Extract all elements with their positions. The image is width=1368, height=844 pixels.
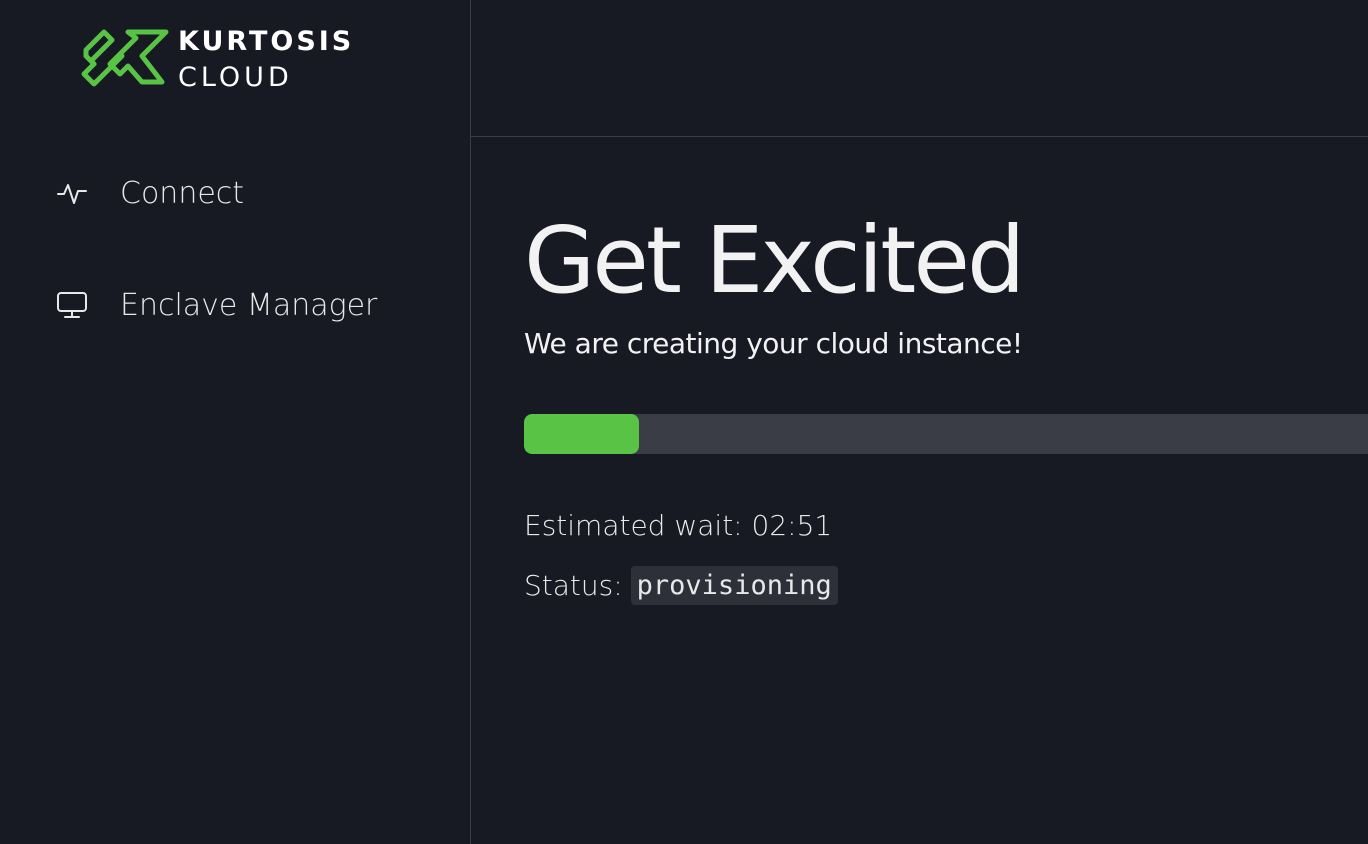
page-subtitle: We are creating your cloud instance! (524, 327, 1023, 360)
brand-line2: CLOUD (178, 62, 293, 93)
activity-icon (56, 177, 88, 209)
kurtosis-k-logo-icon (81, 29, 169, 87)
estimated-wait: Estimated wait: 02:51 (524, 509, 833, 542)
status-label: Status: (524, 569, 623, 602)
status-badge: provisioning (630, 566, 838, 605)
brand-line1: KURTOSIS (178, 26, 355, 57)
sidebar-item-connect[interactable]: Connect (56, 173, 436, 213)
brand-wordmark: KURTOSIS CLOUD (178, 24, 354, 96)
main-content: Get Excited We are creating your cloud i… (524, 137, 1368, 844)
sidebar: KURTOSIS CLOUD Connect Enclave Manager (0, 0, 471, 844)
sidebar-item-enclave-manager[interactable]: Enclave Manager (56, 285, 436, 325)
sidebar-item-label: Connect (120, 175, 245, 211)
progress-fill (524, 414, 639, 454)
top-bar (471, 0, 1368, 137)
progress-bar (524, 414, 1368, 454)
status-line: Status: provisioning (524, 566, 838, 605)
brand-logo[interactable]: KURTOSIS CLOUD (80, 24, 380, 94)
sidebar-item-label: Enclave Manager (120, 287, 378, 323)
page-title: Get Excited (524, 207, 1025, 314)
monitor-icon (56, 289, 88, 321)
